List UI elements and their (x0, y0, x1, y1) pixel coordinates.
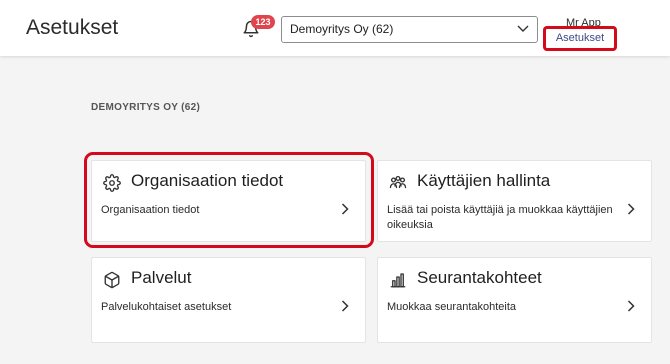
organization-select[interactable]: Demoyritys Oy (62) (281, 16, 538, 43)
tracking-targets-card[interactable]: Seurantakohteet Muokkaa seurantakohteita (377, 257, 652, 343)
user-management-card[interactable]: Käyttäjien hallinta Lisää tai poista käy… (377, 160, 652, 242)
notification-badge: 123 (251, 15, 275, 29)
chevron-down-icon (517, 25, 529, 32)
chevron-right-icon (341, 203, 349, 215)
page-title: Asetukset (26, 16, 119, 39)
organization-info-card[interactable]: Organisaation tiedot Organisaation tiedo… (91, 160, 366, 242)
services-card[interactable]: Palvelut Palvelukohtaiset asetukset (91, 257, 366, 343)
card-title: Käyttäjien hallinta (417, 171, 551, 190)
users-icon (389, 175, 407, 189)
bar-chart-icon (390, 273, 406, 288)
gear-icon (103, 174, 121, 192)
card-description: Palvelukohtaiset asetukset (101, 301, 232, 313)
card-description: Organisaation tiedot (101, 204, 200, 216)
settings-link[interactable]: Asetukset (543, 26, 617, 51)
chevron-right-icon (341, 300, 349, 312)
top-bar: Asetukset 123 Demoyritys Oy (62) Mr App … (0, 0, 670, 56)
organization-section-label: DEMOYRITYS OY (62) (91, 102, 201, 113)
card-description: Muokkaa seurantakohteita (387, 301, 517, 313)
card-title: Seurantakohteet (417, 268, 542, 287)
card-title: Palvelut (131, 268, 192, 287)
chevron-right-icon (627, 203, 635, 215)
chevron-right-icon (627, 300, 635, 312)
box-icon (104, 271, 120, 289)
card-title: Organisaation tiedot (131, 171, 284, 190)
organization-select-value: Demoyritys Oy (62) (290, 22, 394, 36)
card-description: Lisää tai poista käyttäjiä ja muokkaa kä… (387, 204, 613, 231)
